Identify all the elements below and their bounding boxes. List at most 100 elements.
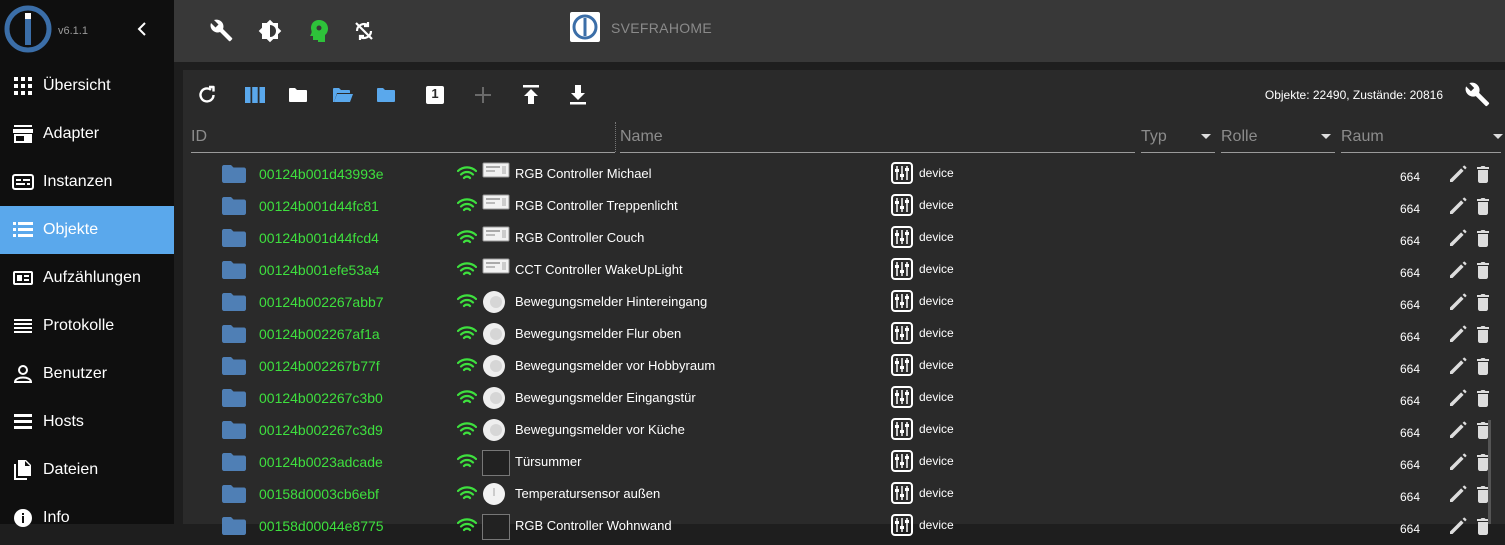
acl-value[interactable]: 664 <box>1400 522 1420 536</box>
acl-value[interactable]: 664 <box>1400 490 1420 504</box>
object-id[interactable]: 00124b001d43993e <box>259 166 384 182</box>
object-id[interactable]: 00158d00044e8775 <box>259 518 384 534</box>
sidebar-item-info[interactable]: Info <box>0 494 174 542</box>
room-filter-select[interactable]: Raum <box>1341 122 1503 153</box>
table-row[interactable]: 00124b001efe53a4 CCT Controller WakeUpLig… <box>183 254 1505 286</box>
folder-icon[interactable] <box>222 389 246 407</box>
table-row[interactable]: 00158d0003cb6ebf Temperatursensor außen de… <box>183 478 1505 510</box>
object-id[interactable]: 00124b001efe53a4 <box>259 262 380 278</box>
wrench-icon[interactable] <box>208 17 236 45</box>
number-one-icon[interactable]: 1 <box>423 83 447 107</box>
acl-value[interactable]: 664 <box>1400 266 1420 280</box>
acl-value[interactable]: 664 <box>1400 330 1420 344</box>
edit-icon[interactable] <box>1448 420 1468 440</box>
table-row[interactable]: 00124b002267abb7 Bewegungsmelder Hinterei… <box>183 286 1505 318</box>
delete-icon[interactable] <box>1473 196 1493 216</box>
delete-icon[interactable] <box>1473 356 1493 376</box>
acl-value[interactable]: 664 <box>1400 202 1420 216</box>
table-row[interactable]: 00124b0023adcade Türsummer device 664 <box>183 446 1505 478</box>
chevron-left-icon[interactable] <box>134 20 152 38</box>
object-id[interactable]: 00124b002267af1a <box>259 326 380 342</box>
wrench-icon[interactable] <box>1465 82 1491 108</box>
object-id[interactable]: 00158d0003cb6ebf <box>259 486 379 502</box>
iobroker-logo-icon[interactable] <box>3 4 53 54</box>
table-row[interactable]: 00124b002267af1a Bewegungsmelder Flur obe… <box>183 318 1505 350</box>
name-filter-input[interactable]: Name <box>620 122 1135 153</box>
sidebar-item-instanzen[interactable]: Instanzen <box>0 158 174 206</box>
edit-icon[interactable] <box>1448 388 1468 408</box>
delete-icon[interactable] <box>1473 292 1493 312</box>
sidebar-item-hosts[interactable]: Hosts <box>0 398 174 446</box>
edit-icon[interactable] <box>1448 164 1468 184</box>
edit-icon[interactable] <box>1448 356 1468 376</box>
edit-icon[interactable] <box>1448 516 1468 536</box>
folder-icon[interactable] <box>222 197 246 215</box>
folder-icon[interactable] <box>222 485 246 503</box>
edit-icon[interactable] <box>1448 292 1468 312</box>
folder-open-icon[interactable] <box>331 83 355 107</box>
columns-icon[interactable] <box>243 83 267 107</box>
edit-icon[interactable] <box>1448 452 1468 472</box>
sidebar-item-aufzaehlungen[interactable]: Aufzählungen <box>0 254 174 302</box>
acl-value[interactable]: 664 <box>1400 458 1420 472</box>
delete-icon[interactable] <box>1473 164 1493 184</box>
object-id[interactable]: 00124b002267b77f <box>259 358 380 374</box>
folder-icon[interactable] <box>222 293 246 311</box>
folder-icon[interactable] <box>222 165 246 183</box>
sidebar-item-objekte[interactable]: Objekte <box>0 206 174 254</box>
object-id[interactable]: 00124b001d44fc81 <box>259 198 379 214</box>
folder-icon[interactable] <box>222 357 246 375</box>
scrollbar[interactable] <box>1488 420 1491 524</box>
table-row[interactable]: 00124b001d44fcd4 RGB Controller Couch devi… <box>183 222 1505 254</box>
object-id[interactable]: 00124b001d44fcd4 <box>259 230 379 246</box>
delete-icon[interactable] <box>1473 228 1493 248</box>
sidebar-item-dateien[interactable]: Dateien <box>0 446 174 494</box>
sidebar-item-protokolle[interactable]: Protokolle <box>0 302 174 350</box>
table-row[interactable]: 00124b002267c3d9 Bewegungsmelder vor Küch… <box>183 414 1505 446</box>
folder-icon[interactable] <box>222 261 246 279</box>
role-filter-select[interactable]: Rolle <box>1221 122 1335 153</box>
edit-icon[interactable] <box>1448 324 1468 344</box>
sidebar-item-uebersicht[interactable]: Übersicht <box>0 62 174 110</box>
type-filter-select[interactable]: Typ <box>1141 122 1215 153</box>
acl-value[interactable]: 664 <box>1400 170 1420 184</box>
object-id[interactable]: 00124b002267c3d9 <box>259 422 383 438</box>
delete-icon[interactable] <box>1473 388 1493 408</box>
folder-icon[interactable] <box>222 229 246 247</box>
object-id[interactable]: 00124b0023adcade <box>259 454 383 470</box>
download-icon[interactable] <box>566 83 590 107</box>
add-icon[interactable] <box>471 83 495 107</box>
acl-value[interactable]: 664 <box>1400 362 1420 376</box>
folder-icon[interactable] <box>222 421 246 439</box>
folder-icon[interactable] <box>222 517 246 535</box>
folder-icon[interactable] <box>222 453 246 471</box>
acl-value[interactable]: 664 <box>1400 394 1420 408</box>
folder-icon[interactable] <box>286 83 310 107</box>
table-row[interactable]: 00124b002267c3b0 Bewegungsmelder Eingangs… <box>183 382 1505 414</box>
expert-mode-icon[interactable] <box>305 17 333 45</box>
table-row[interactable]: 00124b001d44fc81 RGB Controller Treppenli… <box>183 190 1505 222</box>
folder-icon[interactable] <box>222 325 246 343</box>
object-id[interactable]: 00124b002267c3b0 <box>259 390 383 406</box>
edit-icon[interactable] <box>1448 260 1468 280</box>
column-resize-handle[interactable] <box>615 122 616 152</box>
id-filter-input[interactable]: ID <box>191 122 615 153</box>
refresh-icon[interactable] <box>195 83 219 107</box>
table-row[interactable]: 00158d00044e8775 RGB Controller Wohnwand d… <box>183 510 1505 542</box>
delete-icon[interactable] <box>1473 260 1493 280</box>
edit-icon[interactable] <box>1448 484 1468 504</box>
sync-disabled-icon[interactable] <box>350 17 378 45</box>
table-row[interactable]: 00124b002267b77f Bewegungsmelder vor Hobb… <box>183 350 1505 382</box>
brightness-icon[interactable] <box>256 17 284 45</box>
sidebar-item-adapter[interactable]: Adapter <box>0 110 174 158</box>
edit-icon[interactable] <box>1448 196 1468 216</box>
delete-icon[interactable] <box>1473 324 1493 344</box>
edit-icon[interactable] <box>1448 228 1468 248</box>
acl-value[interactable]: 664 <box>1400 426 1420 440</box>
acl-value[interactable]: 664 <box>1400 234 1420 248</box>
object-id[interactable]: 00124b002267abb7 <box>259 294 384 310</box>
sidebar-item-benutzer[interactable]: Benutzer <box>0 350 174 398</box>
folder-closed-icon[interactable] <box>374 83 398 107</box>
acl-value[interactable]: 664 <box>1400 298 1420 312</box>
table-row[interactable]: 00124b001d43993e RGB Controller Michael de… <box>183 158 1505 190</box>
